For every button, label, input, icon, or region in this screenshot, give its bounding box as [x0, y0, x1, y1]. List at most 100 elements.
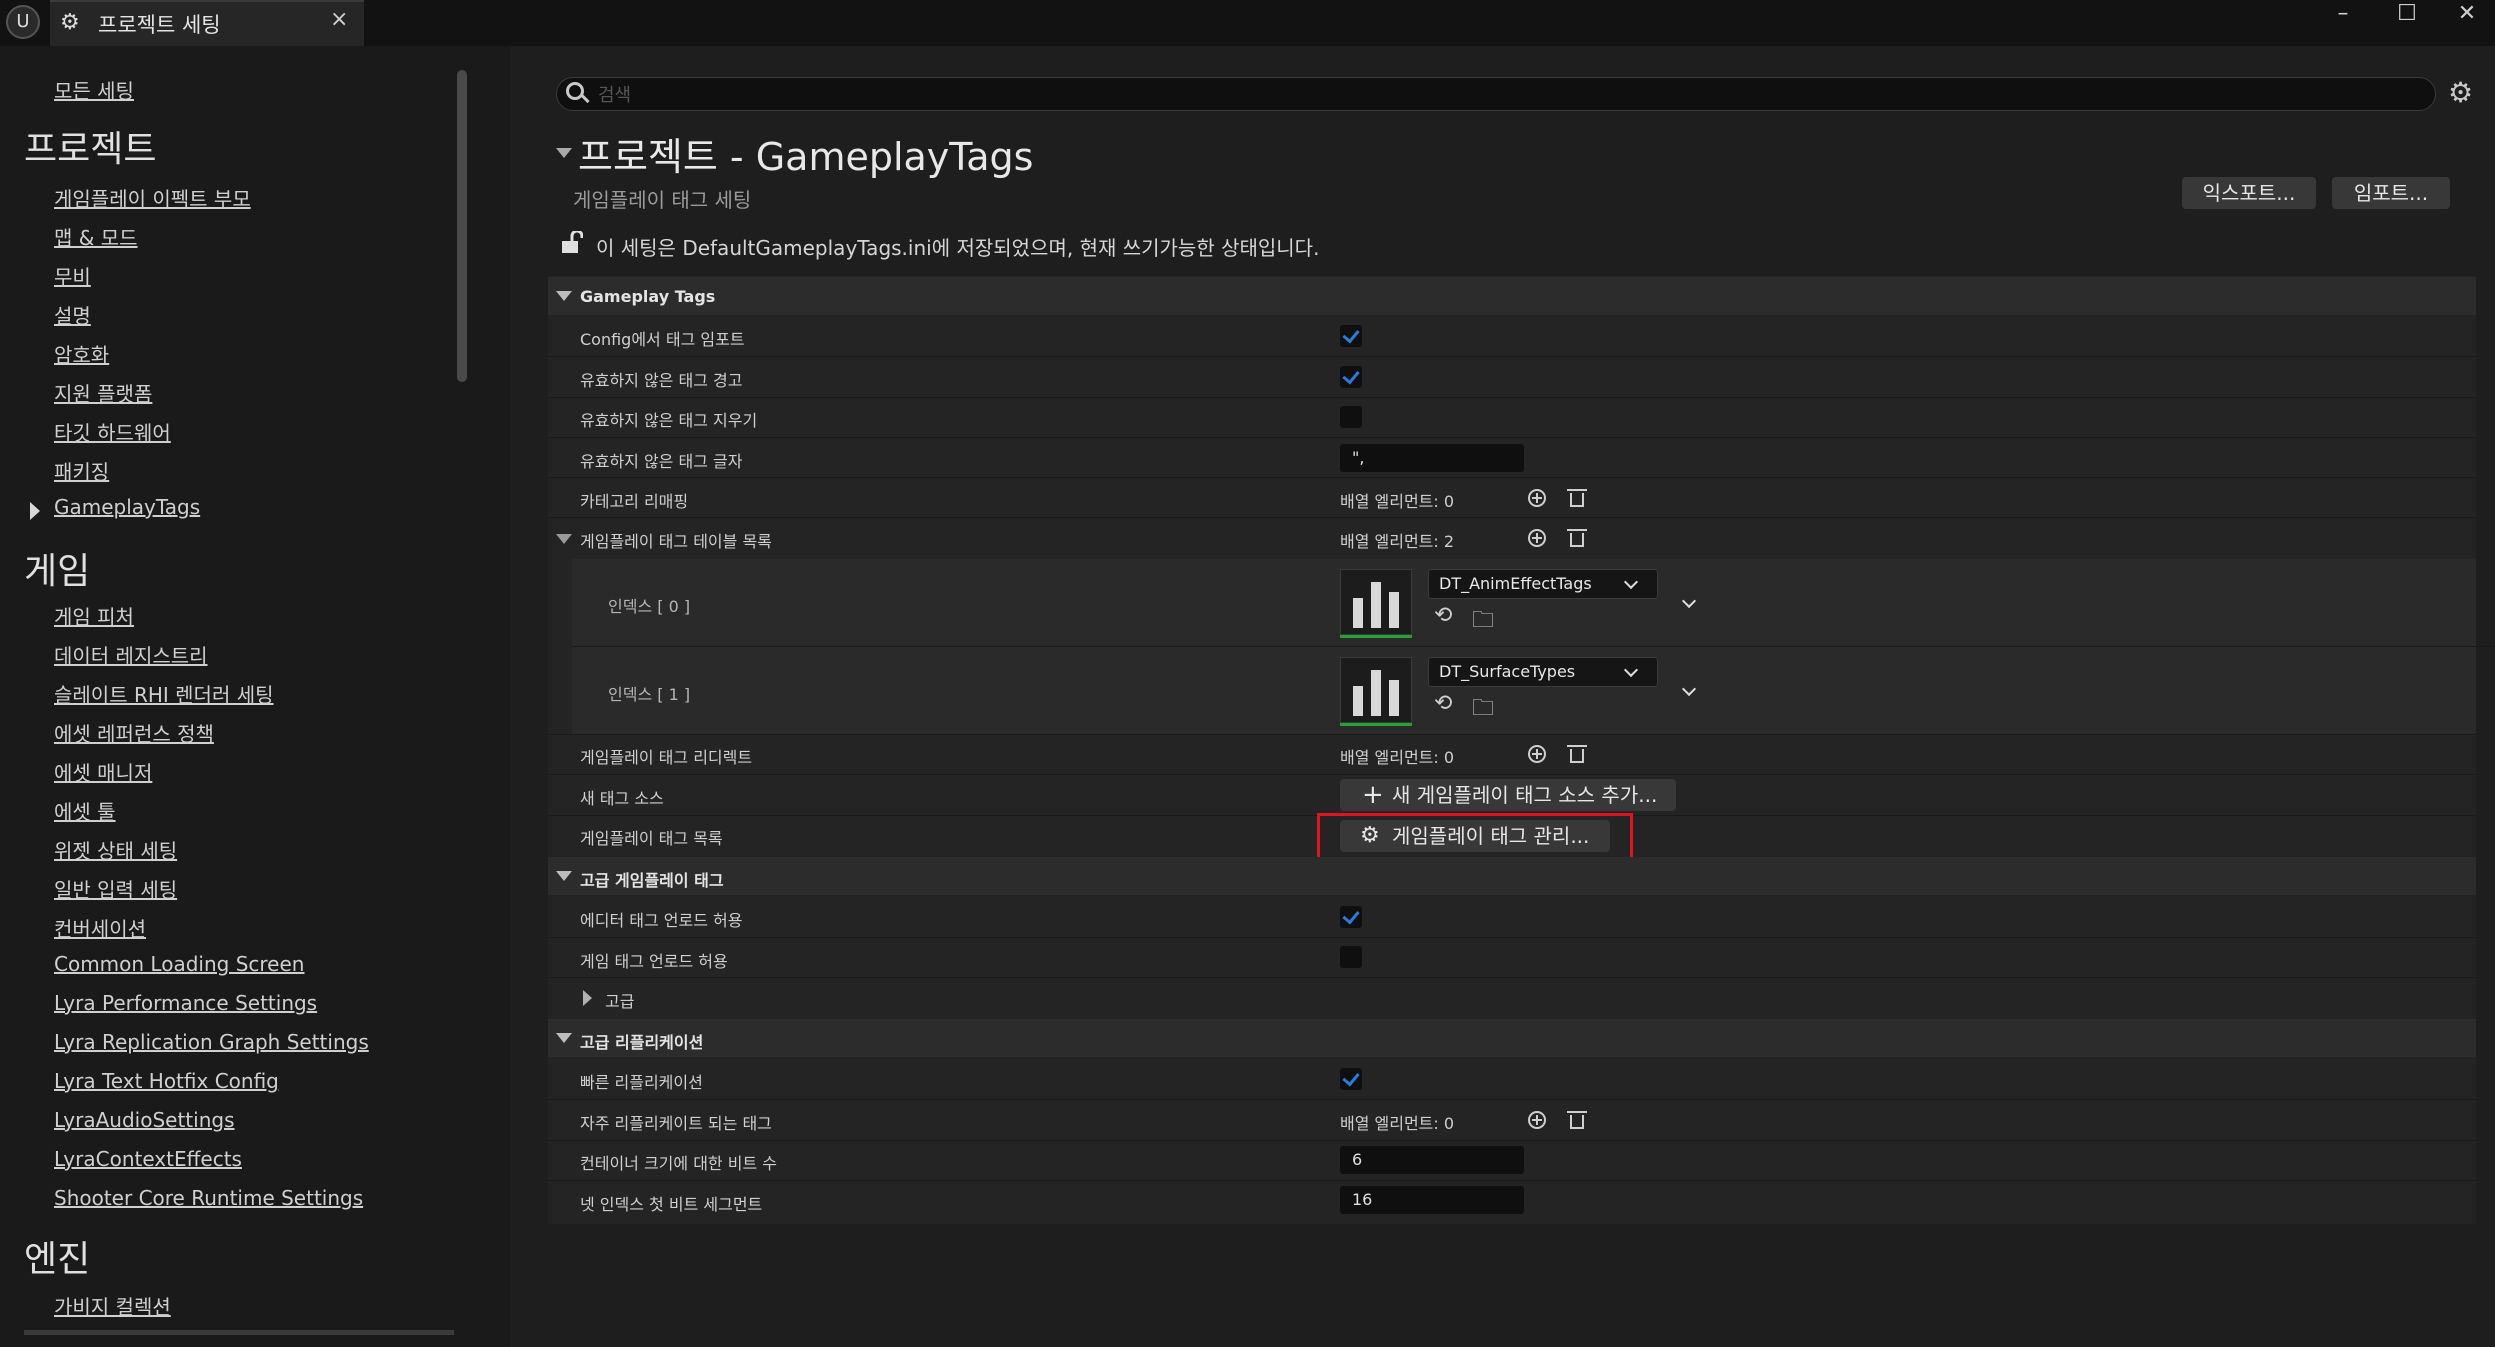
checkbox-warn-invalid[interactable]	[1340, 366, 1362, 388]
advanced-group-label[interactable]: 고급	[605, 988, 634, 1012]
sidebar-item[interactable]: 패키징	[54, 456, 109, 485]
sidebar-category-engine: 엔진	[24, 1239, 91, 1280]
sidebar-item[interactable]: 설명	[54, 300, 91, 329]
sidebar-item-gameplaytags[interactable]: GameplayTags	[54, 495, 200, 519]
sidebar-scrollbar[interactable]	[457, 70, 467, 382]
gear-icon[interactable]: ⚙	[2448, 76, 2473, 109]
trash-icon[interactable]	[1567, 489, 1587, 507]
sidebar-item[interactable]: 무비	[54, 261, 91, 290]
page-subtitle: 게임플레이 태그 세팅	[573, 188, 752, 212]
collapse-arrow-icon[interactable]	[556, 291, 572, 301]
category-title: 고급 게임플레이 태그	[580, 871, 724, 890]
collapse-arrow-icon[interactable]	[556, 1033, 572, 1043]
browse-asset-icon[interactable]: 🗀	[1472, 603, 1494, 641]
sidebar-item[interactable]: 컨버세이션	[54, 913, 146, 942]
property-label: 자주 리플리케이트 되는 태그	[580, 1114, 772, 1133]
sidebar-horizontal-scrollbar[interactable]	[24, 1330, 454, 1335]
category-advanced-replication[interactable]	[548, 1019, 2476, 1057]
maximize-button[interactable]: ☐	[2382, 0, 2432, 30]
checkbox-import-from-config[interactable]	[1340, 325, 1362, 347]
add-element-icon[interactable]	[1528, 1111, 1546, 1129]
trash-icon[interactable]	[1567, 745, 1587, 763]
sidebar-item[interactable]: 게임 피처	[54, 601, 134, 630]
property-label: 유효하지 않은 태그 경고	[580, 371, 743, 390]
tab-close-icon[interactable]: ×	[330, 7, 348, 32]
sidebar-item[interactable]: 슬레이트 RHI 렌더러 세팅	[54, 679, 274, 708]
asset-dropdown-0[interactable]: DT_AnimEffectTags	[1428, 569, 1658, 599]
array-count: 배열 엘리먼트: 0	[1340, 492, 1455, 511]
category-gameplay-tags[interactable]	[548, 277, 2476, 315]
checkbox-editor-unload[interactable]	[1340, 906, 1362, 928]
checkbox-game-unload[interactable]	[1340, 946, 1362, 968]
minimize-button[interactable]: –	[2318, 0, 2368, 30]
trash-icon[interactable]	[1567, 529, 1587, 547]
add-element-icon[interactable]	[1528, 745, 1546, 763]
import-button[interactable]: 임포트...	[2332, 177, 2450, 209]
sidebar-item[interactable]: Common Loading Screen	[54, 952, 304, 976]
expand-arrow-icon[interactable]	[583, 990, 592, 1006]
sidebar-item[interactable]: 일반 입력 세팅	[54, 874, 177, 903]
settings-tab-icon: ⚙	[60, 10, 80, 35]
net-index-bits-input[interactable]: 16	[1340, 1186, 1524, 1214]
row-divider	[548, 774, 2476, 775]
collapse-arrow-icon[interactable]	[556, 148, 572, 158]
sidebar-item[interactable]: LyraAudioSettings	[54, 1108, 235, 1132]
sidebar-item[interactable]: Lyra Replication Graph Settings	[54, 1030, 369, 1054]
checkbox-fast-replication[interactable]	[1340, 1068, 1362, 1090]
sidebar-item[interactable]: 데이터 레지스트리	[54, 640, 208, 669]
row-divider	[548, 356, 2476, 357]
sidebar-item[interactable]: 지원 플랫폼	[54, 378, 152, 407]
property-label: 게임 태그 언로드 허용	[580, 952, 728, 971]
unreal-logo-icon[interactable]: U	[6, 5, 40, 39]
row-divider	[548, 1140, 2476, 1141]
sidebar-item[interactable]: 에셋 레퍼런스 정책	[54, 718, 214, 747]
index-label: 인덱스 [ 1 ]	[608, 685, 691, 704]
sidebar-item[interactable]: LyraContextEffects	[54, 1147, 242, 1171]
collapse-arrow-icon[interactable]	[556, 871, 572, 881]
sidebar-item[interactable]: 게임플레이 이펙트 부모	[54, 183, 251, 212]
add-tag-source-button[interactable]: + 새 게임플레이 태그 소스 추가...	[1340, 779, 1676, 811]
asset-dropdown-1[interactable]: DT_SurfaceTypes	[1428, 657, 1658, 687]
sidebar-item[interactable]: Lyra Text Hotfix Config	[54, 1069, 279, 1093]
category-title: 고급 리플리케이션	[580, 1033, 704, 1052]
use-selected-icon[interactable]: ⟲	[1434, 691, 1452, 716]
add-tag-source-label: 새 게임플레이 태그 소스 추가...	[1392, 783, 1658, 807]
container-bits-input[interactable]: 6	[1340, 1146, 1524, 1174]
checkbox-clear-invalid[interactable]	[1340, 406, 1362, 428]
expand-arrow-icon[interactable]	[30, 502, 40, 520]
property-label: 에디터 태그 언로드 허용	[580, 911, 743, 930]
row-divider	[548, 1099, 2476, 1100]
sidebar-item[interactable]: 에셋 매니저	[54, 757, 152, 786]
sidebar-item[interactable]: 맵 & 모드	[54, 222, 138, 251]
export-button[interactable]: 익스포트...	[2182, 177, 2316, 209]
sidebar-item[interactable]: Shooter Core Runtime Settings	[54, 1186, 363, 1210]
search-input[interactable]	[596, 79, 2420, 111]
page-title: 프로젝트 - GameplayTags	[578, 135, 1034, 179]
sidebar-item[interactable]: 에셋 툴	[54, 796, 116, 825]
sidebar-item[interactable]: 타깃 하드웨어	[54, 417, 171, 446]
tab-title: 프로젝트 세팅	[98, 13, 221, 37]
add-element-icon[interactable]	[1528, 529, 1546, 547]
thumb-bar	[1353, 598, 1363, 628]
sidebar-item[interactable]: 암호화	[54, 339, 109, 368]
trash-icon[interactable]	[1567, 1111, 1587, 1129]
use-selected-icon[interactable]: ⟲	[1434, 603, 1452, 628]
property-label: 게임플레이 태그 목록	[580, 829, 723, 848]
sidebar-item-all-settings[interactable]: 모든 세팅	[54, 75, 134, 104]
close-window-button[interactable]: ✕	[2442, 0, 2492, 30]
browse-asset-icon[interactable]: 🗀	[1472, 691, 1494, 729]
asset-thumbnail[interactable]	[1340, 569, 1412, 635]
property-label: 넷 인덱스 첫 비트 세그먼트	[580, 1195, 763, 1214]
invalid-chars-input[interactable]: ",	[1340, 444, 1524, 472]
row-divider	[548, 1180, 2476, 1181]
sidebar-item[interactable]: 위젯 상태 세팅	[54, 835, 177, 864]
sidebar-item[interactable]: Lyra Performance Settings	[54, 991, 317, 1015]
add-element-icon[interactable]	[1528, 489, 1546, 507]
sidebar-item[interactable]: 가비지 컬렉션	[54, 1291, 171, 1320]
category-advanced-tags[interactable]	[548, 857, 2476, 895]
collapse-arrow-icon[interactable]	[556, 534, 572, 544]
asset-thumbnail[interactable]	[1340, 657, 1412, 723]
category-title: Gameplay Tags	[580, 287, 716, 306]
thumb-bar	[1371, 670, 1381, 716]
property-label: 새 태그 소스	[580, 789, 664, 808]
